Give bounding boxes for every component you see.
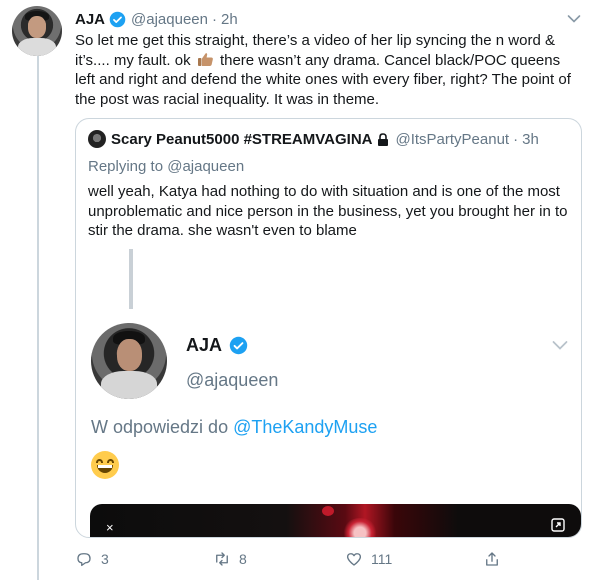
screenshot-chevron-down-icon [552,341,568,350]
screenshot-author-handle: @ajaqueen [186,370,279,390]
quoted-tweet-header: Scary Peanut5000 #STREAMVAGINA @ItsParty… [88,130,539,148]
header-separator: · [211,10,217,28]
heart-icon[interactable] [345,550,363,568]
quoted-tweet-card[interactable]: Scary Peanut5000 #STREAMVAGINA @ItsParty… [75,118,582,538]
author-avatar[interactable] [12,6,62,56]
tweet-header: AJA @ajaqueen · 2h [75,9,238,29]
share-action[interactable] [483,550,509,568]
screenshot-video-thumbnail: × [90,504,581,537]
tweet-action-bar: 3 8 111 [75,550,505,574]
retweet-icon[interactable] [213,550,231,568]
screenshot-verified-badge-icon [229,336,248,355]
author-handle[interactable]: @ajaqueen [131,11,208,28]
quoted-author-name[interactable]: Scary Peanut5000 #STREAMVAGINA [111,131,372,148]
grinning-face-emoji-icon [91,451,119,479]
quoted-author-handle[interactable]: @ItsPartyPeanut [395,131,509,148]
retweet-count: 8 [239,551,247,567]
author-name[interactable]: AJA [75,11,105,28]
screenshot-author-name-text: AJA [186,335,223,355]
screenshot-reply-prefix: W odpowiedzi do [91,417,229,437]
screenshot-avatar [91,323,167,399]
replying-to-line: Replying to @ajaqueen [88,158,244,175]
quoted-author-avatar[interactable] [88,130,106,148]
screenshot-reply-line: W odpowiedzi do @TheKandyMuse [91,417,377,438]
screenshot-author-name: AJA [186,335,253,356]
like-count: 111 [371,551,393,567]
verified-badge-icon [109,11,126,27]
quoted-header-separator: · [513,130,519,148]
replying-to-label: Replying to [88,158,164,175]
tweet-timestamp[interactable]: 2h [221,11,238,28]
tweet-text: So let me get this straight, there’s a v… [75,31,580,109]
share-icon[interactable] [483,550,501,568]
screenshot-thread-line [129,249,133,309]
video-close-icon: × [106,520,114,535]
thumbs-up-emoji-icon [197,52,213,66]
video-expand-icon [551,518,565,532]
embedded-screenshot-image: AJA @ajaqueen W odpowiedzi do @TheKandyM… [76,245,581,537]
like-action[interactable]: 111 [345,550,392,568]
reply-icon[interactable] [75,550,93,568]
reply-action[interactable]: 3 [75,550,109,568]
screenshot-reply-mention: @TheKandyMuse [233,417,378,437]
quoted-timestamp[interactable]: 3h [522,131,539,148]
replying-to-mention[interactable]: @ajaqueen [167,158,244,175]
retweet-action[interactable]: 8 [213,550,247,568]
quoted-tweet-text: well yeah, Katya had nothing to do with … [88,183,568,239]
reply-count: 3 [101,551,109,567]
chevron-down-icon[interactable] [567,14,581,24]
lock-icon [378,132,389,146]
thread-connector-line [37,52,39,580]
